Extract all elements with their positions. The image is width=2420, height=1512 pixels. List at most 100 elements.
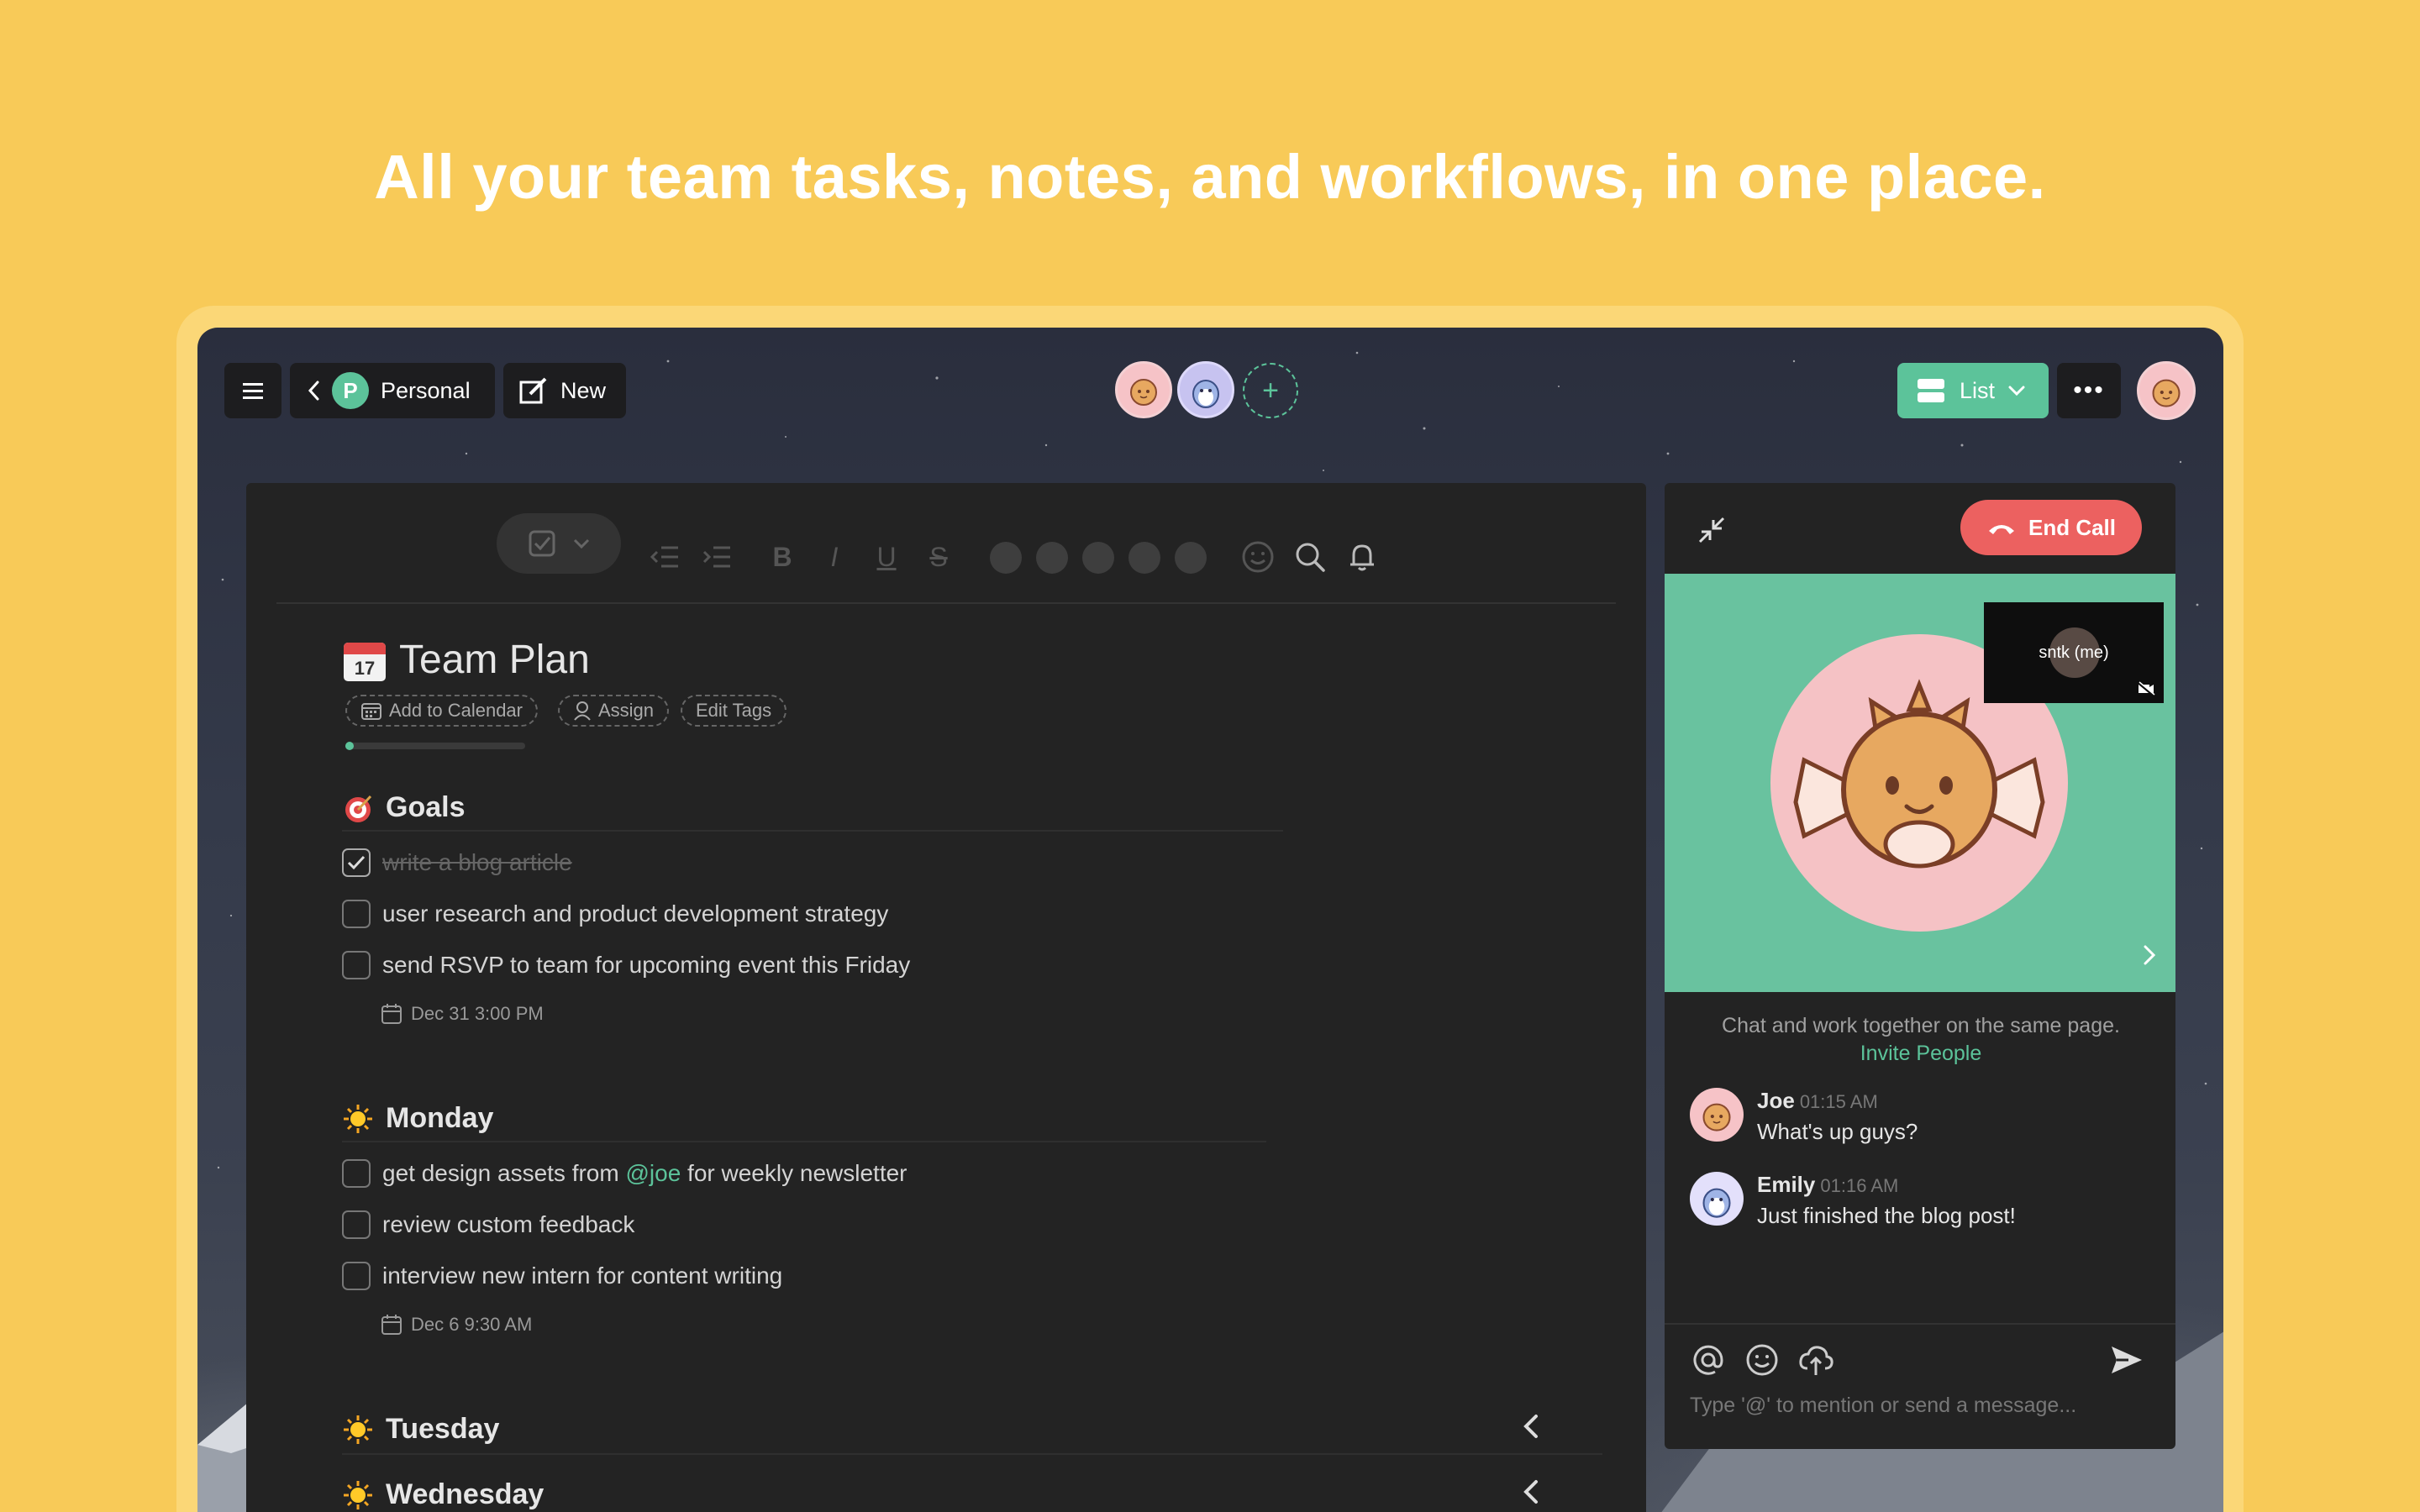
task-checkbox[interactable] [342,1210,371,1239]
section-tuesday-heading: Tuesday [342,1413,499,1446]
self-video-preview[interactable]: sntk (me) [1984,602,2164,703]
toolbar-divider [276,602,1616,604]
assign-button[interactable]: Assign [558,695,670,727]
task-item[interactable]: write a blog article [342,848,572,877]
emoji-button[interactable] [1241,540,1275,574]
message-body: Emily 01:16 AM Just finished the blog pos… [1757,1172,2016,1229]
task-checkbox[interactable] [342,900,371,928]
avatar-joe [1690,1088,1744,1142]
add-to-calendar-button[interactable]: Add to Calendar [345,695,538,727]
svg-text:17: 17 [355,658,375,679]
pufferfish-avatar-icon [1130,379,1157,406]
task-item[interactable]: get design assets from @joe for weekly n… [342,1159,908,1188]
workspace-badge: P [332,372,369,409]
task-checkbox[interactable] [342,1159,371,1188]
task-text-part: for weekly newsletter [681,1160,908,1186]
strikethrough-button[interactable]: S [922,540,955,574]
color-swatch-5[interactable] [1175,542,1207,574]
more-options-button[interactable]: ••• [2057,363,2121,418]
block-type-selector[interactable] [497,513,621,574]
chat-message-input[interactable] [1690,1389,2144,1422]
section-divider [342,1453,1602,1455]
section-tuesday-toggle[interactable] [1521,1411,1541,1449]
app-window: P Personal New + List ••• B I U S 17 Tea… [197,328,2223,1512]
sun-emoji-icon [344,1480,372,1509]
section-wednesday-toggle[interactable] [1521,1477,1541,1512]
section-monday-title: Monday [386,1102,494,1134]
send-icon[interactable] [2108,1341,2145,1378]
task-due-date[interactable]: Dec 6 9:30 AM [381,1314,532,1336]
color-swatch-3[interactable] [1082,542,1114,574]
avatar-joe[interactable] [1115,361,1172,418]
pufferfish-avatar-icon [1702,1103,1731,1131]
user-mention[interactable]: @joe [625,1160,681,1186]
chat-intro: Chat and work together on the same page.… [1698,1012,2144,1068]
bold-button[interactable]: B [765,540,799,574]
search-button[interactable] [1293,540,1327,574]
color-swatch-2[interactable] [1036,542,1068,574]
invite-people-link[interactable]: Invite People [1860,1042,1982,1065]
edit-tags-button[interactable]: Edit Tags [681,695,787,727]
italic-button[interactable]: I [818,540,851,574]
list-view-icon [1918,379,1944,402]
end-call-label: End Call [2028,514,2116,540]
section-tuesday-title: Tuesday [386,1413,500,1445]
calendar-icon [361,703,381,720]
reminder-button[interactable] [1345,540,1379,574]
task-checkbox-checked[interactable] [342,848,371,877]
sun-emoji-icon [344,1104,372,1133]
task-item[interactable]: interview new intern for content writing [342,1262,782,1290]
task-checkbox[interactable] [342,951,371,979]
bell-icon [1350,544,1374,571]
minimize-icon[interactable] [1695,513,1728,547]
menu-button[interactable] [224,363,281,418]
chat-message: Joe 01:15 AM What's up guys? [1690,1088,1918,1145]
calendar-icon [381,1315,402,1335]
add-to-calendar-label: Add to Calendar [389,700,523,721]
next-participant-button[interactable] [2142,943,2157,974]
section-divider [342,830,1283,832]
message-text: What's up guys? [1757,1119,1918,1144]
color-swatch-1[interactable] [990,542,1022,574]
workspace-button[interactable]: P Personal [290,363,495,418]
checkmark-icon [347,855,366,870]
task-item[interactable]: user research and product development st… [342,900,888,928]
color-swatch-4[interactable] [1128,542,1160,574]
search-icon [1296,543,1325,572]
sun-emoji-icon [344,1415,372,1444]
chevron-left-icon [1523,1415,1538,1438]
task-text: interview new intern for content writing [382,1263,783,1289]
hang-up-icon [1988,525,2014,534]
task-checkbox[interactable] [342,1262,371,1290]
calendar-icon [381,1004,402,1024]
self-view-label: sntk (me) [2039,643,2109,662]
view-switcher-button[interactable]: List [1897,363,2049,418]
chevron-left-icon [1523,1480,1538,1504]
task-item[interactable]: review custom feedback [342,1210,634,1239]
outdent-icon [650,546,678,568]
task-item[interactable]: send RSVP to team for upcoming event thi… [342,951,910,979]
new-page-button[interactable]: New [503,363,626,418]
headline: All your team tasks, notes, and workflow… [374,142,2046,212]
end-call-button[interactable]: End Call [1960,500,2142,555]
hamburger-icon [243,383,263,399]
outdent-button[interactable] [648,540,681,574]
emoji-icon[interactable] [1744,1341,1781,1378]
add-member-button[interactable]: + [1243,363,1298,418]
task-due-date[interactable]: Dec 31 3:00 PM [381,1003,544,1025]
avatar-emily[interactable] [1177,361,1234,418]
checkbox-icon [529,530,555,557]
avatar-me[interactable] [2137,361,2196,420]
person-icon [574,701,591,721]
assign-label: Assign [598,700,655,721]
indent-button[interactable] [700,540,734,574]
mention-icon[interactable] [1690,1341,1727,1378]
chevron-down-icon [573,538,590,549]
task-text: send RSVP to team for upcoming event thi… [382,952,911,978]
indent-icon [702,546,730,568]
underline-button[interactable]: U [870,540,903,574]
message-author: Joe [1757,1088,1795,1113]
upload-icon[interactable] [1797,1341,1834,1378]
calendar-emoji-icon: 17 [344,642,386,681]
message-text: Just finished the blog post! [1757,1203,2016,1228]
